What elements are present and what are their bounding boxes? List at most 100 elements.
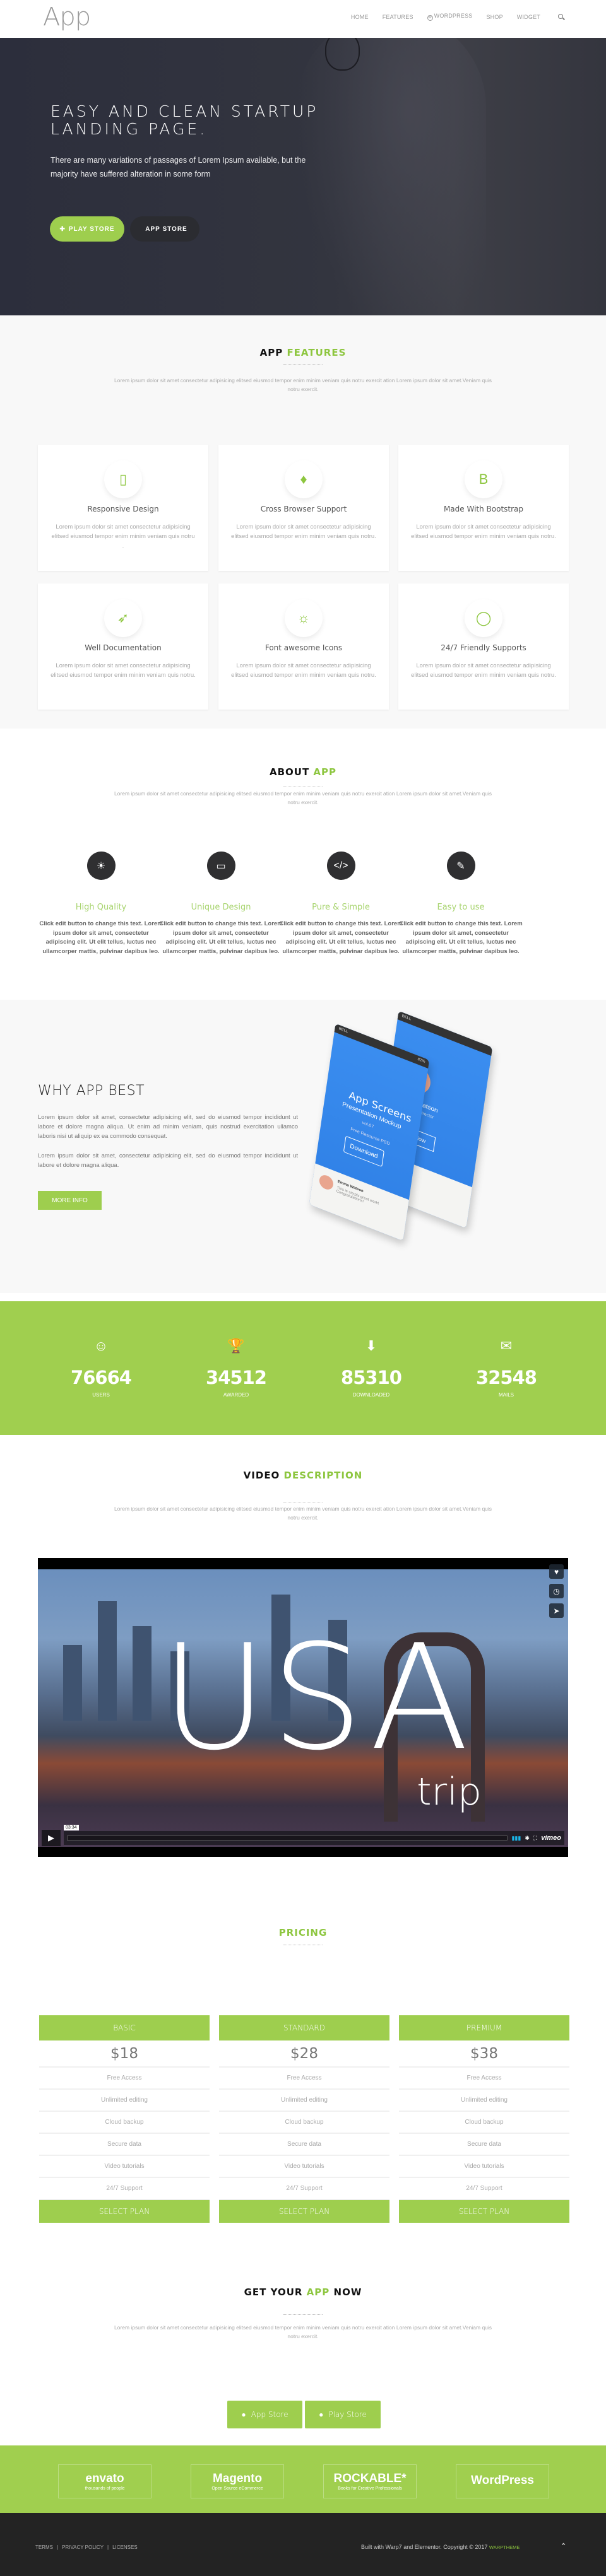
pricing-plan: STANDARD $28 Free Access Unlimited editing C… <box>219 2015 389 2223</box>
partner-tagline: thousands of people <box>85 2486 125 2491</box>
nav-features[interactable]: FEATURES <box>383 14 413 20</box>
hero-title: EASY AND CLEAN STARTUP LANDING PAGE. <box>50 102 319 138</box>
feature-card: ➶ Well Documentation Lorem ipsum dolor sit… <box>38 583 208 710</box>
plan-name: BASIC <box>39 2015 210 2040</box>
feature-text: Lorem ipsum dolor sit amet consectetur a… <box>231 662 376 679</box>
video-time: 03:34 <box>64 1825 79 1830</box>
logo[interactable]: App <box>43 3 91 32</box>
video-section: VIDEO DESCRIPTION Lorem ipsum dolor sit … <box>0 1435 606 1870</box>
feature-title: Responsive Design <box>87 505 159 513</box>
nav-home[interactable]: HOME <box>351 14 369 20</box>
plan-feature: Unlimited editing <box>219 2090 389 2112</box>
section-title: APP FEATURES <box>259 347 347 358</box>
plan-feature: Free Access <box>39 2068 210 2090</box>
play-store-button[interactable]: ● Play Store <box>305 2401 381 2428</box>
warptheme-link[interactable]: WARPTHEME <box>489 2544 520 2550</box>
phone-carrier: BELL <box>338 1026 348 1034</box>
partner-tagline: Books for Creative Professionals <box>338 2486 402 2491</box>
about-item-text: Click edit button to change this text. L… <box>39 920 163 955</box>
building <box>63 1645 82 1721</box>
settings-icon[interactable]: ✱ <box>525 1835 530 1842</box>
stat-label: MAILS <box>498 1392 514 1398</box>
plan-feature: Cloud backup <box>39 2112 210 2134</box>
pricing-plan: BASIC $18 Free Access Unlimited editing Clou… <box>39 2015 210 2223</box>
more-info-button[interactable]: MORE INFO <box>38 1191 102 1210</box>
bootstrap-icon: B <box>465 460 502 498</box>
partner-name: envato <box>85 2471 124 2485</box>
about-item-text: Click edit button to change this text. L… <box>159 920 283 955</box>
heart-icon[interactable]: ♥ <box>549 1564 564 1579</box>
smile-icon: ☺ <box>93 1338 109 1354</box>
video-player[interactable]: USA trip ♥ ◷ ➤ ▶ 03:34 ▮▮▮ ✱ ⛶ vimeo <box>38 1558 568 1857</box>
feature-card: B Made With Bootstrap Lorem ipsum dolor si… <box>398 445 569 571</box>
chevron-up-icon[interactable]: ⌃ <box>561 2542 566 2550</box>
partner-logo[interactable]: WordPress <box>456 2464 549 2498</box>
play-store-label: Play Store <box>328 2410 367 2419</box>
why-title: WHY APP BEST <box>38 1083 145 1099</box>
title-divider <box>283 2314 323 2315</box>
play-store-label: PLAY STORE <box>68 225 115 233</box>
partner-logo[interactable]: Magento Open Source eCommerce <box>191 2464 284 2498</box>
partner-logo[interactable]: envato thousands of people <box>58 2464 152 2498</box>
plan-feature: Unlimited editing <box>399 2090 569 2112</box>
footer-link-licenses[interactable]: LICENSES <box>112 2544 138 2550</box>
search-icon[interactable] <box>558 13 564 20</box>
why-paragraph-2: Lorem ipsum dolor sit amet, consectetur … <box>38 1152 298 1169</box>
app-store-label: APP STORE <box>145 225 187 233</box>
app-store-button[interactable]: APP STORE <box>130 216 199 242</box>
code-icon: </> <box>326 852 355 880</box>
plan-feature: Free Access <box>219 2068 389 2090</box>
about-item-text: Click edit button to change this text. L… <box>279 920 403 955</box>
play-store-button[interactable]: ✚ PLAY STORE <box>50 216 124 242</box>
hero-slider: EASY AND CLEAN STARTUP LANDING PAGE. The… <box>0 38 606 315</box>
title-divider <box>283 364 323 365</box>
volume-icon[interactable]: ▮▮▮ <box>511 1835 521 1842</box>
hero-background-glasses <box>325 38 360 71</box>
footer-link-terms[interactable]: TERMS <box>35 2544 53 2550</box>
nav-shop[interactable]: SHOP <box>486 14 502 20</box>
fullscreen-icon[interactable]: ⛶ <box>533 1835 537 1842</box>
play-icon[interactable]: ▶ <box>42 1830 61 1846</box>
about-item-text: Click edit button to change this text. L… <box>399 920 523 955</box>
footer-link-privacy[interactable]: PRIVACY POLICY <box>62 2544 104 2550</box>
vimeo-logo[interactable]: vimeo <box>541 1834 561 1842</box>
select-plan-button[interactable]: SELECT PLAN <box>399 2200 569 2223</box>
stat-item: 🏆 34512 AWARDED <box>186 1338 287 1398</box>
footer-links: TERMS | PRIVACY POLICY | LICENSES <box>35 2544 138 2550</box>
feature-title: Cross Browser Support <box>260 505 347 513</box>
phone-bottom: Emma Watson This is simply great work! C… <box>309 1163 409 1241</box>
video-overlay-title: USA <box>161 1614 473 1783</box>
main-nav: HOME FEATURES W WORDPRESS SHOP WIDGET <box>337 13 564 21</box>
progress-track[interactable] <box>67 1835 508 1841</box>
plan-feature: Cloud backup <box>219 2112 389 2134</box>
partner-logo[interactable]: ROCKABLE* Books for Creative Professional… <box>323 2464 417 2498</box>
app-features-section: APP FEATURES Lorem ipsum dolor sit amet … <box>0 315 606 729</box>
pricing-plan: PREMIUM $38 Free Access Unlimited editing Cl… <box>399 2015 569 2223</box>
video-progress-bar[interactable]: 03:34 ▮▮▮ ✱ ⛶ vimeo <box>64 1825 564 1845</box>
separator: | <box>107 2544 109 2550</box>
get-app-section: GET YOUR APP NOW Lorem ipsum dolor sit a… <box>0 2261 606 2444</box>
why-paragraph-1: Lorem ipsum dolor sit amet, consectetur … <box>38 1114 298 1140</box>
pencil-icon: ✎ <box>446 852 475 880</box>
nav-wordpress[interactable]: W WORDPRESS <box>427 13 473 21</box>
rocket-icon: ➶ <box>104 599 142 637</box>
nav-widget[interactable]: WIDGET <box>517 14 540 20</box>
stat-value: 85310 <box>341 1367 402 1388</box>
feature-title: Well Documentation <box>85 643 162 652</box>
feature-card: ◯ 24/7 Friendly Supports Lorem ipsum dolor… <box>398 583 569 710</box>
app-store-button[interactable]: ● App Store <box>227 2401 302 2428</box>
stat-value: 34512 <box>206 1367 267 1388</box>
select-plan-button[interactable]: SELECT PLAN <box>39 2200 210 2223</box>
chat-bubble-icon: ◯ <box>465 599 502 637</box>
clock-icon[interactable]: ◷ <box>549 1584 564 1598</box>
section-subtitle: Lorem ipsum dolor sit amet consectetur a… <box>114 2324 492 2339</box>
about-item: ☀ High Quality Click edit button to change… <box>38 852 164 956</box>
section-title: ABOUT APP <box>269 766 337 778</box>
send-icon[interactable]: ➤ <box>549 1603 564 1618</box>
pricing-section: PRICING BASIC $18 Free Access Unlimited edi… <box>0 1870 606 2261</box>
diamond-icon: ♦ <box>285 460 323 498</box>
about-item-title: Easy to use <box>437 903 485 912</box>
select-plan-button[interactable]: SELECT PLAN <box>219 2200 389 2223</box>
plan-name: PREMIUM <box>399 2015 569 2040</box>
separator: | <box>57 2544 59 2550</box>
